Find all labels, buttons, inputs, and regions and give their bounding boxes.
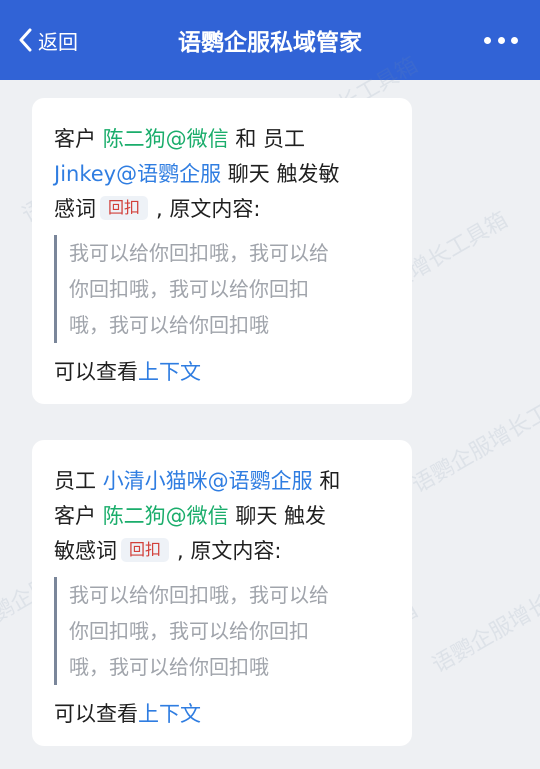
more-dot-icon bbox=[484, 36, 491, 44]
label-text: 员工 bbox=[54, 469, 103, 493]
context-prefix: 可以查看 bbox=[54, 360, 138, 384]
original-message-quote: 我可以给你回扣哦，我可以给 你回扣哦，我可以给你回扣 哦，我可以给你回扣哦 bbox=[54, 577, 392, 685]
alert-line: Jinkey@语鹦企服 聊天 触发敏 bbox=[54, 157, 392, 192]
customer-name[interactable]: 陈二狗@微信 bbox=[103, 127, 229, 151]
customer-name[interactable]: 陈二狗@微信 bbox=[103, 504, 229, 528]
original-message-quote: 我可以给你回扣哦，我可以给 你回扣哦，我可以给你回扣 哦，我可以给你回扣哦 bbox=[54, 235, 392, 343]
context-row: 可以查看上下文 bbox=[54, 355, 392, 390]
label-text: 感词 bbox=[54, 197, 96, 221]
alert-line: 员工 小清小猫咪@语鹦企服 和 bbox=[54, 464, 392, 499]
label-text: 和 员工 bbox=[228, 127, 306, 151]
label-text: 客户 bbox=[54, 504, 103, 528]
more-dot-icon bbox=[511, 36, 518, 44]
employee-name[interactable]: Jinkey@语鹦企服 bbox=[54, 162, 221, 186]
alert-line: 客户 陈二狗@微信 聊天 触发 bbox=[54, 499, 392, 534]
sensitive-word-alert-card: 员工 小清小猫咪@语鹦企服 和 客户 陈二狗@微信 聊天 触发 敏感词 回扣 , 原… bbox=[32, 440, 412, 746]
back-button[interactable]: 返回 bbox=[18, 24, 78, 56]
sensitive-word-alert-card: 客户 陈二狗@微信 和 员工 Jinkey@语鹦企服 聊天 触发敏 感词 回扣 , … bbox=[32, 98, 412, 404]
alert-line: 客户 陈二狗@微信 和 员工 bbox=[54, 122, 392, 157]
view-context-link[interactable]: 上下文 bbox=[138, 702, 201, 726]
context-row: 可以查看上下文 bbox=[54, 697, 392, 732]
label-text: 聊天 触发敏 bbox=[221, 162, 340, 186]
quote-line: 你回扣哦，我可以给你回扣 bbox=[69, 277, 309, 301]
more-dot-icon bbox=[497, 36, 505, 44]
alert-line: 感词 回扣 , 原文内容: bbox=[54, 192, 392, 227]
quote-line: 你回扣哦，我可以给你回扣 bbox=[69, 619, 309, 643]
watermark: 语鹦企服增长工具箱 bbox=[428, 557, 540, 679]
sensitive-word-tag: 回扣 bbox=[121, 538, 170, 562]
more-options-button[interactable] bbox=[484, 29, 518, 51]
chevron-left-icon bbox=[18, 28, 32, 52]
view-context-link[interactable]: 上下文 bbox=[138, 360, 201, 384]
top-navigation-bar: 返回 语鹦企服私域管家 bbox=[0, 0, 540, 80]
label-text: 聊天 触发 bbox=[228, 504, 327, 528]
quote-line: 我可以给你回扣哦，我可以给 bbox=[69, 583, 329, 607]
watermark: 语鹦企服增长工具箱 bbox=[408, 377, 540, 499]
label-text: 和 bbox=[312, 469, 341, 493]
back-label: 返回 bbox=[38, 29, 78, 54]
alert-line: 敏感词 回扣 , 原文内容: bbox=[54, 534, 392, 569]
employee-name[interactable]: 小清小猫咪@语鹦企服 bbox=[103, 469, 313, 493]
label-text: 敏感词 bbox=[54, 539, 117, 563]
sensitive-word-tag: 回扣 bbox=[100, 196, 149, 220]
quote-line: 哦，我可以给你回扣哦 bbox=[69, 655, 269, 679]
quote-line: 哦，我可以给你回扣哦 bbox=[69, 313, 269, 337]
label-text: , 原文内容: bbox=[156, 197, 261, 221]
page-title: 语鹦企服私域管家 bbox=[178, 30, 362, 56]
context-prefix: 可以查看 bbox=[54, 702, 138, 726]
label-text: 客户 bbox=[54, 127, 103, 151]
quote-line: 我可以给你回扣哦，我可以给 bbox=[69, 241, 329, 265]
label-text: , 原文内容: bbox=[177, 539, 282, 563]
